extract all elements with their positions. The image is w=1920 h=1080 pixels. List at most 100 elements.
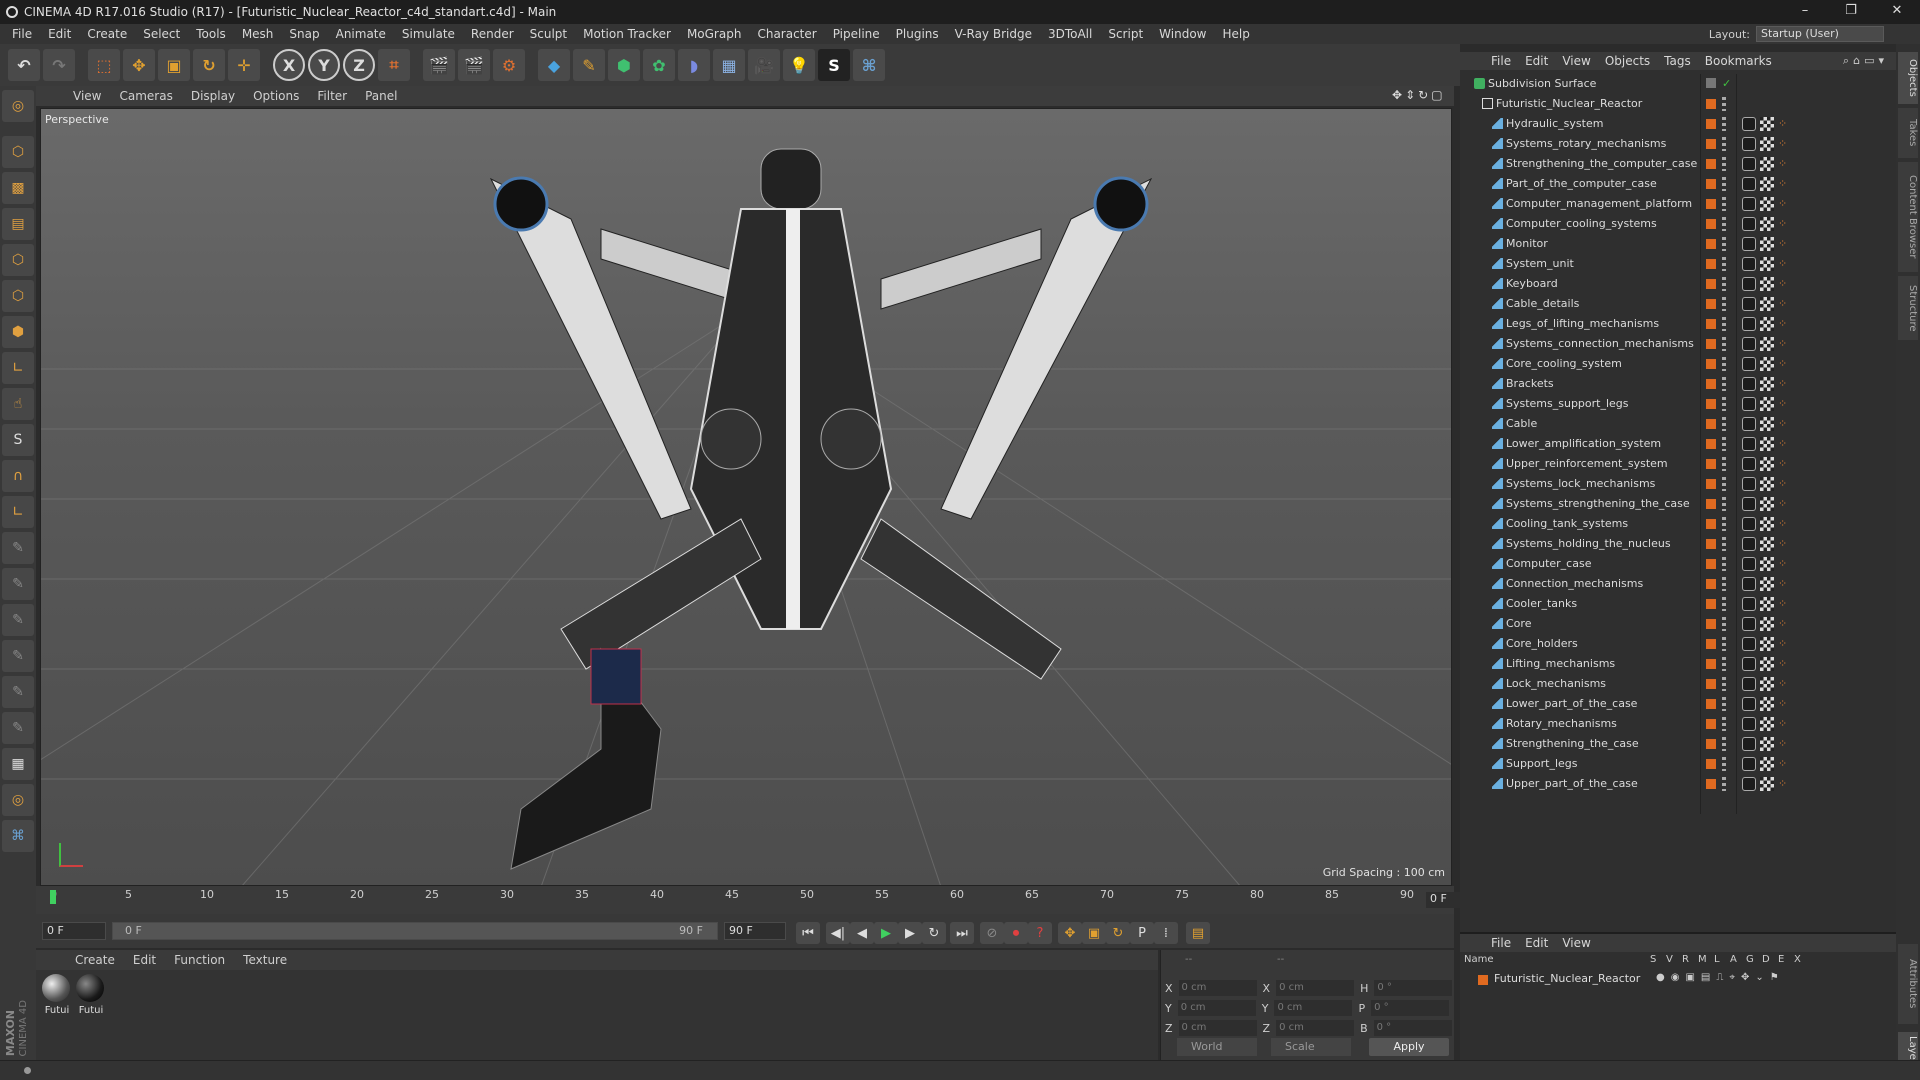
- visibility-dots-icon[interactable]: [1722, 757, 1726, 771]
- layout-dropdown[interactable]: Startup (User): [1756, 26, 1884, 42]
- rotation-p-field[interactable]: 0 °: [1371, 1000, 1450, 1016]
- visibility-dots-icon[interactable]: [1722, 297, 1726, 311]
- texture-tag-icon[interactable]: [1760, 277, 1774, 291]
- material-tag-icon[interactable]: [1742, 157, 1756, 171]
- visibility-dots-icon[interactable]: [1722, 457, 1726, 471]
- layer-color-icon[interactable]: [1706, 379, 1716, 389]
- visibility-dots-icon[interactable]: [1722, 197, 1726, 211]
- material-tag-icon[interactable]: [1742, 717, 1756, 731]
- phong-tag-icon[interactable]: ⁘: [1778, 717, 1787, 731]
- size-y-field[interactable]: 0 cm: [1274, 1000, 1353, 1016]
- texture-tag-icon[interactable]: [1760, 237, 1774, 251]
- object-menu-view[interactable]: View: [1555, 54, 1597, 68]
- next-key-icon[interactable]: ↻: [922, 922, 946, 944]
- python-script-icon[interactable]: ⌘: [2, 820, 34, 852]
- visibility-dots-icon[interactable]: [1722, 717, 1726, 731]
- material-tag-icon[interactable]: [1742, 777, 1756, 791]
- live-selection-icon[interactable]: ⬚: [88, 49, 120, 81]
- transform-icon[interactable]: ✛: [228, 49, 260, 81]
- layer-color-icon[interactable]: [1706, 739, 1716, 749]
- texture-tag-icon[interactable]: [1760, 737, 1774, 751]
- material-tag-icon[interactable]: [1742, 517, 1756, 531]
- phong-tag-icon[interactable]: ⁘: [1778, 157, 1787, 171]
- axis-mode-icon[interactable]: ∟: [2, 352, 34, 384]
- grid-lock-icon[interactable]: ▦: [2, 748, 34, 780]
- material-tag-icon[interactable]: [1742, 417, 1756, 431]
- visibility-dots-icon[interactable]: [1722, 357, 1726, 371]
- key-pla-icon[interactable]: ⁞: [1154, 922, 1178, 944]
- phong-tag-icon[interactable]: ⁘: [1778, 617, 1787, 631]
- layer-color-icon[interactable]: [1706, 419, 1716, 429]
- visibility-dots-icon[interactable]: [1722, 637, 1726, 651]
- material-tag-icon[interactable]: [1742, 397, 1756, 411]
- object-row[interactable]: Brackets ⁘: [1460, 374, 1896, 394]
- texture-tag-icon[interactable]: [1760, 497, 1774, 511]
- key-scale-icon[interactable]: ▣: [1082, 922, 1106, 944]
- material-tag-icon[interactable]: [1742, 337, 1756, 351]
- phong-tag-icon[interactable]: ⁘: [1778, 197, 1787, 211]
- texture-tag-icon[interactable]: [1760, 197, 1774, 211]
- material-tag-icon[interactable]: [1742, 137, 1756, 151]
- phong-tag-icon[interactable]: ⁘: [1778, 317, 1787, 331]
- visibility-dots-icon[interactable]: [1722, 777, 1726, 791]
- material-tag-icon[interactable]: [1742, 217, 1756, 231]
- layer-menu-file[interactable]: File: [1484, 936, 1518, 950]
- layer-color-icon[interactable]: [1706, 619, 1716, 629]
- layer-column-g[interactable]: G: [1746, 954, 1754, 965]
- coordinate-system-icon[interactable]: ⌗: [378, 49, 410, 81]
- texture-tag-icon[interactable]: [1760, 657, 1774, 671]
- goto-end-icon[interactable]: ⏭: [950, 922, 974, 944]
- layer-column-name[interactable]: Name: [1464, 954, 1494, 965]
- texture-tag-icon[interactable]: [1760, 137, 1774, 151]
- texture-tag-icon[interactable]: [1760, 157, 1774, 171]
- texture-tag-icon[interactable]: [1760, 357, 1774, 371]
- object-row[interactable]: Computer_cooling_systems ⁘: [1460, 214, 1896, 234]
- object-row[interactable]: Hydraulic_system ⁘: [1460, 114, 1896, 134]
- phong-tag-icon[interactable]: ⁘: [1778, 217, 1787, 231]
- object-row[interactable]: Cooler_tanks ⁘: [1460, 594, 1896, 614]
- object-row[interactable]: Systems_lock_mechanisms ⁘: [1460, 474, 1896, 494]
- visibility-dots-icon[interactable]: [1722, 737, 1726, 751]
- menu-script[interactable]: Script: [1100, 27, 1151, 41]
- layer-color-icon[interactable]: [1706, 759, 1716, 769]
- side-tab-content-browser[interactable]: Content Browser: [1898, 162, 1918, 272]
- apply-button[interactable]: Apply: [1369, 1038, 1449, 1056]
- end-frame-field[interactable]: 90 F: [724, 922, 786, 940]
- object-row[interactable]: Cable ⁘: [1460, 414, 1896, 434]
- layer-color-icon[interactable]: [1706, 499, 1716, 509]
- menu-simulate[interactable]: Simulate: [394, 27, 463, 41]
- sculpt-flatten-icon[interactable]: ✎: [2, 712, 34, 744]
- visibility-dots-icon[interactable]: [1722, 397, 1726, 411]
- enabled-check-icon[interactable]: ✓: [1722, 74, 1731, 94]
- menu-v-ray-bridge[interactable]: V-Ray Bridge: [947, 27, 1040, 41]
- phong-tag-icon[interactable]: ⁘: [1778, 737, 1787, 751]
- cloner-icon[interactable]: ✿: [643, 49, 675, 81]
- viewport-menu-cameras[interactable]: Cameras: [110, 89, 181, 103]
- auto-key-icon[interactable]: ⏺: [1004, 922, 1028, 944]
- material-tag-icon[interactable]: [1742, 757, 1756, 771]
- object-row[interactable]: Cable_details ⁘: [1460, 294, 1896, 314]
- phong-tag-icon[interactable]: ⁘: [1778, 277, 1787, 291]
- next-frame-icon[interactable]: ▶: [898, 922, 922, 944]
- layer-color-icon[interactable]: [1706, 559, 1716, 569]
- menu-edit[interactable]: Edit: [40, 27, 79, 41]
- phong-tag-icon[interactable]: ⁘: [1778, 397, 1787, 411]
- visibility-dots-icon[interactable]: [1722, 237, 1726, 251]
- edges-mode-icon[interactable]: ⬡: [2, 280, 34, 312]
- visibility-dots-icon[interactable]: [1722, 657, 1726, 671]
- layer-color-icon[interactable]: [1706, 479, 1716, 489]
- phong-tag-icon[interactable]: ⁘: [1778, 297, 1787, 311]
- texture-tag-icon[interactable]: [1760, 417, 1774, 431]
- timeline-playhead[interactable]: [50, 890, 56, 904]
- phong-tag-icon[interactable]: ⁘: [1778, 777, 1787, 791]
- rotation-h-field[interactable]: 0 °: [1374, 980, 1453, 996]
- polygons-mode-icon[interactable]: ⬢: [2, 316, 34, 348]
- visibility-dots-icon[interactable]: [1722, 377, 1726, 391]
- layer-toggle-icons[interactable]: ●◉▣▤⎍⌖✥⌄⚑: [1656, 972, 1785, 983]
- phong-tag-icon[interactable]: ⁘: [1778, 537, 1787, 551]
- texture-tag-icon[interactable]: [1760, 597, 1774, 611]
- texture-tag-icon[interactable]: [1760, 177, 1774, 191]
- texture-tag-icon[interactable]: [1760, 717, 1774, 731]
- viewport-menu-view[interactable]: View: [64, 89, 110, 103]
- texture-tag-icon[interactable]: [1760, 217, 1774, 231]
